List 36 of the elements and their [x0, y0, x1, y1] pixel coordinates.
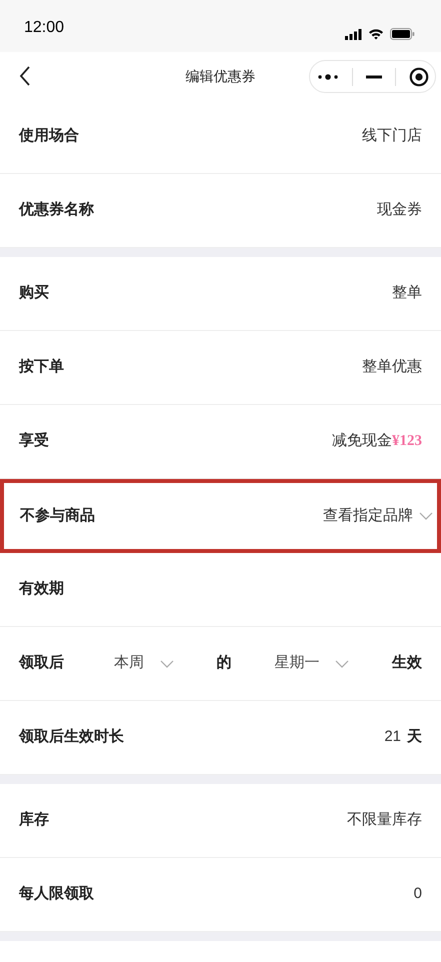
- battery-icon: [390, 28, 415, 40]
- field-label: 优惠券名称: [19, 200, 94, 220]
- status-time: 12:00: [24, 18, 64, 38]
- field-label: 购买: [19, 283, 49, 304]
- field-label: 按下单: [19, 357, 64, 378]
- field-label: 领取后: [19, 653, 64, 674]
- back-icon[interactable]: [19, 66, 31, 86]
- field-value: 减免现金: [332, 431, 392, 452]
- unit-text: 天: [407, 727, 422, 748]
- field-label: 使用场合: [19, 126, 79, 146]
- field-label: 领取后生效时长: [19, 727, 124, 748]
- field-value: 21: [384, 727, 401, 748]
- minimize-icon[interactable]: [366, 74, 382, 78]
- field-value: 线下门店: [362, 126, 422, 146]
- field-value: 整单: [392, 283, 422, 304]
- connector-text: 的: [216, 653, 232, 674]
- field-label: 有效期: [19, 579, 64, 600]
- week-select[interactable]: 本周: [114, 652, 174, 675]
- field-label: 库存: [19, 810, 49, 830]
- capsule-menu[interactable]: [309, 60, 436, 93]
- field-label: 每人限领取: [19, 884, 94, 904]
- field-value: 整单优惠: [362, 357, 422, 378]
- signal-icon: [345, 28, 362, 40]
- connector-text: 生效: [392, 653, 422, 674]
- week-select[interactable]: 星期一: [274, 652, 350, 675]
- field-value: 现金券: [377, 200, 422, 220]
- close-icon[interactable]: [408, 66, 428, 86]
- field-label: 享受: [19, 431, 49, 452]
- field-label: 不参与商品: [20, 506, 95, 526]
- wifi-icon: [368, 28, 384, 40]
- page-title: 编辑优惠券: [184, 66, 256, 86]
- price-value: ¥123: [392, 432, 422, 452]
- brand-select[interactable]: 查看指定品牌: [323, 504, 433, 528]
- field-value: 0: [414, 884, 422, 904]
- more-icon[interactable]: [316, 72, 338, 80]
- field-value: 不限量库存: [347, 810, 422, 830]
